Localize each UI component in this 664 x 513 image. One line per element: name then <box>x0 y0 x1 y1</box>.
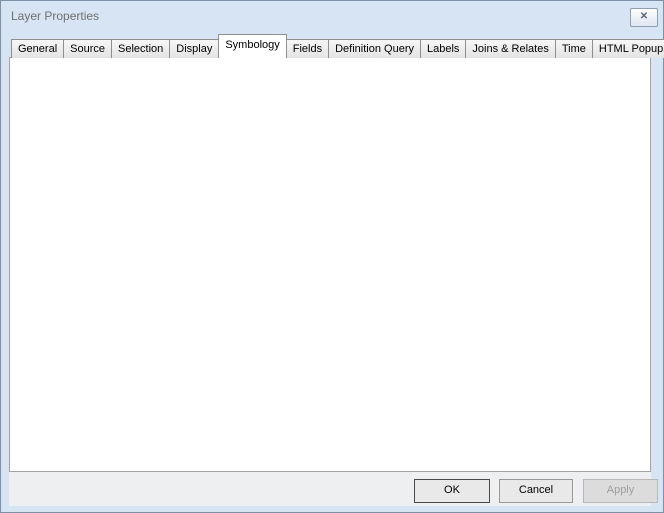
tab-time[interactable]: Time <box>555 39 593 58</box>
ok-button[interactable]: OK <box>414 479 490 503</box>
tab-fields[interactable]: Fields <box>286 39 329 58</box>
close-icon[interactable]: ✕ <box>630 8 658 27</box>
symbology-tab-page <box>9 57 651 472</box>
window-title: Layer Properties <box>11 9 99 23</box>
tab-labels[interactable]: Labels <box>420 39 466 58</box>
tab-selection[interactable]: Selection <box>111 39 170 58</box>
tab-joins-relates[interactable]: Joins & Relates <box>465 39 555 58</box>
tab-source[interactable]: Source <box>63 39 112 58</box>
apply-button: Apply <box>583 479 658 503</box>
tab-bar: General Source Selection Display Symbolo… <box>11 35 664 58</box>
tab-html-popup[interactable]: HTML Popup <box>592 39 664 58</box>
tab-symbology[interactable]: Symbology <box>218 34 286 58</box>
layer-properties-dialog: Layer Properties ✕ General Source Select… <box>0 0 664 513</box>
tab-definition-query[interactable]: Definition Query <box>328 39 421 58</box>
tab-display[interactable]: Display <box>169 39 219 58</box>
tab-general[interactable]: General <box>11 39 64 58</box>
cancel-button[interactable]: Cancel <box>499 479 573 503</box>
